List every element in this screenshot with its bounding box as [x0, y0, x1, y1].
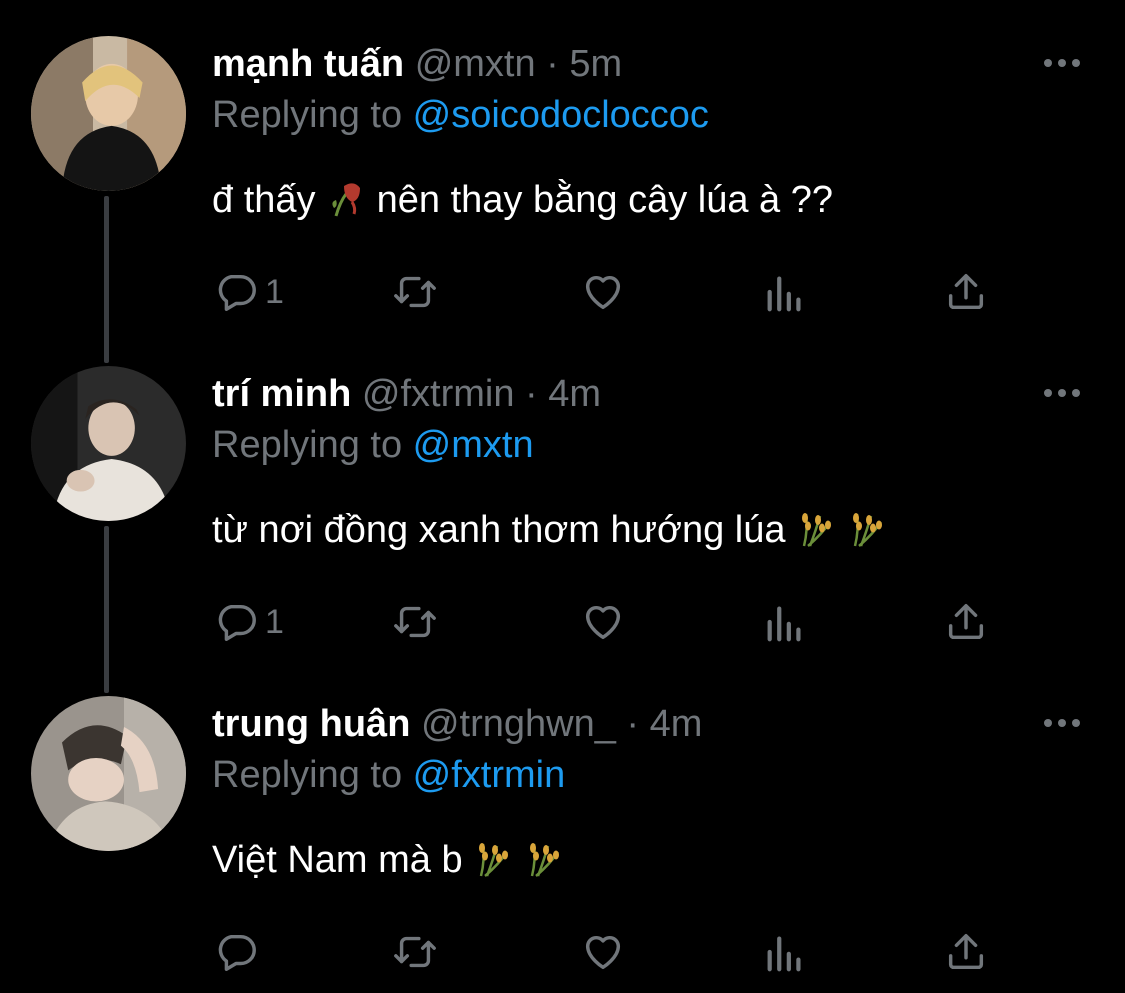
- retweet-button[interactable]: [392, 266, 438, 318]
- handle[interactable]: @trnghwn_: [421, 703, 616, 745]
- tweet-text-part: Việt Nam mà b: [212, 839, 474, 881]
- avatar[interactable]: [31, 696, 186, 851]
- handle[interactable]: @mxtn: [415, 43, 536, 85]
- tweet[interactable]: trung huân @trnghwn_ · 4m Replying to @f…: [0, 660, 1125, 993]
- reply-icon: [218, 274, 256, 311]
- retweet-button[interactable]: [392, 926, 438, 978]
- display-name[interactable]: trí minh: [212, 373, 351, 415]
- replying-to: Replying to @mxtn: [212, 423, 534, 467]
- analytics-icon: [767, 936, 801, 972]
- rice-sheaf-icon: [473, 838, 513, 878]
- rice-sheaf-icon: [847, 508, 887, 548]
- reply-button[interactable]: 1: [213, 596, 284, 648]
- tweet-text: Việt Nam mà b: [212, 836, 564, 884]
- like-button[interactable]: [580, 926, 626, 978]
- tweet-text-part: đ thấy: [212, 179, 327, 221]
- analytics-button[interactable]: [762, 266, 808, 318]
- mention-link[interactable]: @soicodocloccoc: [413, 94, 709, 136]
- tweet-text-part: từ nơi đồng xanh thơm hướng lúa: [212, 509, 797, 551]
- analytics-button[interactable]: [762, 926, 808, 978]
- share-icon: [948, 933, 984, 970]
- replying-label: Replying to: [212, 94, 413, 136]
- heart-icon: [585, 935, 621, 970]
- tweet[interactable]: trí minh @fxtrmin · 4m Replying to @mxtn…: [0, 330, 1125, 670]
- action-bar: [0, 926, 1125, 978]
- tweet-text-part: nên thay bằng cây lúa à ??: [366, 179, 833, 221]
- action-bar: 1: [0, 596, 1125, 648]
- reply-icon: [218, 604, 256, 641]
- share-button[interactable]: [943, 926, 989, 978]
- replying-label: Replying to: [212, 424, 413, 466]
- analytics-icon: [767, 276, 801, 312]
- share-icon: [948, 273, 984, 310]
- replying-to: Replying to @soicodocloccoc: [212, 93, 709, 137]
- reply-button[interactable]: [213, 926, 265, 978]
- heart-icon: [585, 605, 621, 640]
- mention-link[interactable]: @mxtn: [413, 424, 534, 466]
- like-button[interactable]: [580, 266, 626, 318]
- more-options-icon[interactable]: [1042, 55, 1082, 71]
- retweet-button[interactable]: [392, 596, 438, 648]
- retweet-icon: [394, 936, 436, 968]
- avatar[interactable]: [31, 366, 186, 521]
- timestamp[interactable]: 4m: [548, 373, 601, 415]
- tweet-text: từ nơi đồng xanh thơm hướng lúa: [212, 506, 887, 554]
- heart-icon: [585, 275, 621, 310]
- reply-count: 1: [265, 602, 284, 641]
- like-button[interactable]: [580, 596, 626, 648]
- handle[interactable]: @fxtrmin: [362, 373, 515, 415]
- timestamp[interactable]: 4m: [650, 703, 703, 745]
- replying-label: Replying to: [212, 754, 413, 796]
- tweet-header: trung huân @trnghwn_ · 4m: [212, 702, 702, 746]
- tweet-header: mạnh tuấn @mxtn · 5m: [212, 42, 622, 86]
- retweet-icon: [394, 606, 436, 638]
- tweet-header: trí minh @fxtrmin · 4m: [212, 372, 601, 416]
- wilted-flower-icon: [326, 178, 366, 218]
- mention-link[interactable]: @fxtrmin: [413, 754, 566, 796]
- reply-count: 1: [265, 272, 284, 311]
- share-button[interactable]: [943, 596, 989, 648]
- avatar[interactable]: [31, 36, 186, 191]
- separator: ·: [535, 43, 570, 85]
- analytics-icon: [767, 606, 801, 642]
- timestamp[interactable]: 5m: [569, 43, 622, 85]
- reply-button[interactable]: 1: [213, 266, 284, 318]
- display-name[interactable]: mạnh tuấn: [212, 43, 404, 85]
- tweet-text: đ thấy nên thay bằng cây lúa à ??: [212, 176, 833, 224]
- share-button[interactable]: [943, 266, 989, 318]
- rice-sheaf-icon: [524, 838, 564, 878]
- analytics-button[interactable]: [762, 596, 808, 648]
- share-icon: [948, 603, 984, 640]
- separator: ·: [615, 703, 650, 745]
- display-name[interactable]: trung huân: [212, 703, 410, 745]
- replying-to: Replying to @fxtrmin: [212, 753, 565, 797]
- action-bar: 1: [0, 266, 1125, 318]
- more-options-icon[interactable]: [1042, 715, 1082, 731]
- reply-icon: [218, 934, 256, 971]
- rice-sheaf-icon: [796, 508, 836, 548]
- tweet[interactable]: mạnh tuấn @mxtn · 5m Replying to @soicod…: [0, 0, 1125, 340]
- separator: ·: [514, 373, 549, 415]
- retweet-icon: [394, 276, 436, 308]
- more-options-icon[interactable]: [1042, 385, 1082, 401]
